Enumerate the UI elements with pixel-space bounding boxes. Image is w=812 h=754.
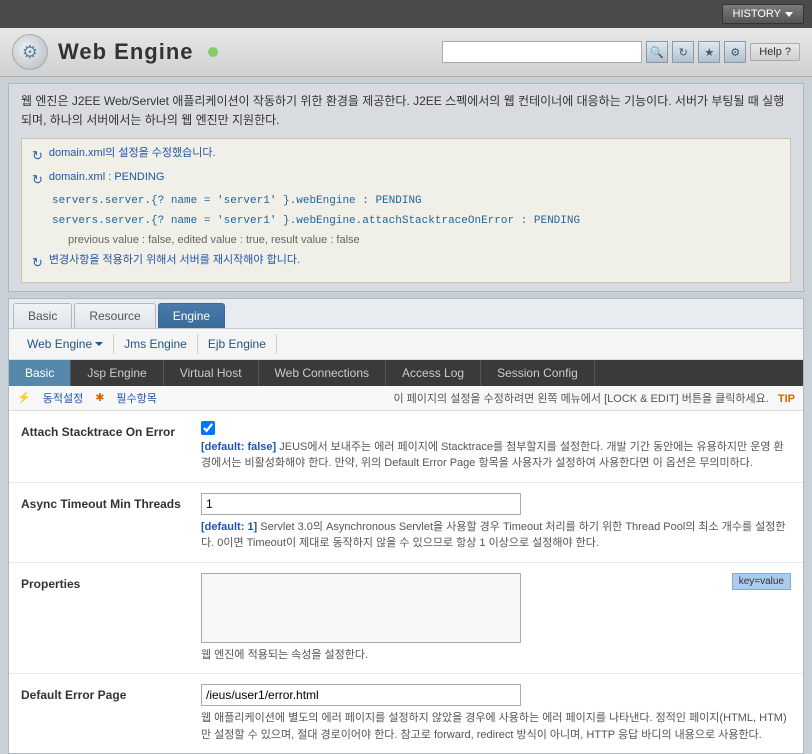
tab-resource[interactable]: Resource — [74, 303, 155, 328]
pending-path-1: servers.server.{? name = 'server1' }.web… — [52, 193, 422, 211]
web-engine-arrow-icon — [95, 342, 103, 346]
page-title: Web Engine — [58, 39, 194, 65]
desc-default-error-page: 웹 애플리케이션에 별도의 에러 페이지를 설정하지 않았을 경우에 사용하는 … — [201, 710, 791, 743]
content-tabs: Basic Jsp Engine Virtual Host Web Connec… — [9, 360, 803, 386]
form-row-properties: Properties key=value 웹 엔진에 적용되는 속성을 설정한다… — [9, 563, 803, 675]
header-right-controls: 🔍 ↻ ★ ⚙ Help ? — [442, 41, 800, 63]
web-engine-label: Web Engine — [27, 337, 92, 351]
status-left: ⚡ 동적설정 ✱ 필수항목 — [17, 390, 157, 406]
pending-line-5: previous value : false, edited value : t… — [32, 232, 780, 250]
sub-tab-ejb-engine[interactable]: Ejb Engine — [198, 334, 277, 354]
tabs-container: Basic Resource Engine Web Engine Jms Eng… — [8, 298, 804, 754]
pending-line-3: servers.server.{? name = 'server1' }.web… — [32, 193, 780, 211]
refresh-icon[interactable]: ↻ — [672, 41, 694, 63]
form-row-default-error-page: Default Error Page 웹 애플리케이션에 별도의 에러 페이지를… — [9, 674, 803, 753]
pending-prev-value: previous value : false, edited value : t… — [68, 232, 360, 250]
search-input[interactable] — [442, 41, 642, 63]
value-properties: key=value 웹 엔진에 적용되는 속성을 설정한다. — [201, 573, 791, 664]
label-async-timeout: Async Timeout Min Threads — [21, 493, 201, 511]
attach-stacktrace-checkbox[interactable] — [201, 421, 215, 435]
desc-async-timeout-text: Servlet 3.0의 Asynchronous Servlet을 사용할 경… — [201, 521, 786, 550]
search-icon[interactable]: 🔍 — [646, 41, 668, 63]
label-default-error-page: Default Error Page — [21, 684, 201, 702]
checkbox-wrapper — [201, 421, 791, 435]
content-tab-jsp-engine[interactable]: Jsp Engine — [71, 360, 163, 386]
page-header: ⚙ Web Engine 🔍 ↻ ★ ⚙ Help ? — [0, 28, 812, 77]
content-tab-basic[interactable]: Basic — [9, 360, 71, 386]
desc-attach-stacktrace: [default: false] JEUS에서 보내주는 에러 페이지에 Sta… — [201, 439, 791, 472]
async-timeout-input[interactable] — [201, 493, 521, 515]
tip-label: TIP — [778, 393, 795, 405]
status-icon-dynamic: ⚡ — [17, 391, 31, 404]
value-attach-stacktrace: [default: false] JEUS에서 보내주는 에러 페이지에 Sta… — [201, 421, 791, 472]
sub-tabs: Web Engine Jms Engine Ejb Engine — [9, 329, 803, 360]
content-tab-virtual-host[interactable]: Virtual Host — [164, 360, 259, 386]
refresh-small-icon-3: ↻ — [32, 253, 43, 274]
content-tab-access-log[interactable]: Access Log — [386, 360, 481, 386]
sub-tab-web-engine[interactable]: Web Engine — [17, 334, 114, 354]
help-button[interactable]: Help ? — [750, 43, 800, 61]
pending-section: ↻ domain.xml의 설정을 수정했습니다. ↻ domain.xml :… — [21, 138, 791, 282]
content-tab-session-config[interactable]: Session Config — [481, 360, 595, 386]
top-bar: HISTORY — [0, 0, 812, 28]
history-arrow-icon — [785, 12, 793, 17]
pending-line-2: ↻ domain.xml : PENDING — [32, 169, 780, 191]
content-tab-web-connections[interactable]: Web Connections — [259, 360, 387, 386]
form-content: Attach Stacktrace On Error [default: fal… — [9, 411, 803, 754]
history-button[interactable]: HISTORY — [722, 4, 805, 24]
info-main-text: 웹 엔진은 J2EE Web/Servlet 애플리케이션이 작동하기 위한 환… — [21, 92, 791, 130]
help-label: Help — [759, 46, 782, 58]
status-dot — [208, 47, 218, 57]
status-bar: ⚡ 동적설정 ✱ 필수항목 이 페이지의 설정을 수정하려면 왼쪽 메뉴에서 [… — [9, 386, 803, 411]
history-label: HISTORY — [733, 8, 782, 20]
default-async-timeout: [default: 1] — [201, 521, 257, 533]
desc-properties: 웹 엔진에 적용되는 속성을 설정한다. — [201, 647, 791, 664]
properties-textarea[interactable] — [201, 573, 521, 643]
pending-line-6: ↻ 변경사항을 적용하기 위해서 서버를 재시작해야 합니다. — [32, 252, 780, 274]
refresh-small-icon: ↻ — [32, 146, 43, 167]
pending-text-1: domain.xml의 설정을 수정했습니다. — [49, 145, 216, 163]
refresh-small-icon-2: ↻ — [32, 170, 43, 191]
sub-tab-jms-engine[interactable]: Jms Engine — [114, 334, 198, 354]
required-items-label: 필수항목 — [116, 390, 156, 406]
info-box: 웹 엔진은 J2EE Web/Servlet 애플리케이션이 작동하기 위한 환… — [8, 83, 804, 292]
settings-icon[interactable]: ⚙ — [724, 41, 746, 63]
key-value-label: key=value — [732, 573, 791, 590]
dynamic-setting-label: 동적설정 — [43, 390, 83, 406]
main-tabs: Basic Resource Engine — [9, 299, 803, 329]
label-attach-stacktrace: Attach Stacktrace On Error — [21, 421, 201, 439]
form-row-async-timeout: Async Timeout Min Threads [default: 1] S… — [9, 483, 803, 563]
desc-async-timeout: [default: 1] Servlet 3.0의 Asynchronous S… — [201, 519, 791, 552]
value-async-timeout: [default: 1] Servlet 3.0의 Asynchronous S… — [201, 493, 791, 552]
status-right: 이 페이지의 설정을 수정하려면 왼쪽 메뉴에서 [LOCK & EDIT] 버… — [393, 390, 795, 406]
pending-text-6: 변경사항을 적용하기 위해서 서버를 재시작해야 합니다. — [49, 252, 300, 270]
pending-line-4: servers.server.{? name = 'server1' }.web… — [32, 213, 780, 231]
label-properties: Properties — [21, 573, 201, 591]
form-row-attach-stacktrace: Attach Stacktrace On Error [default: fal… — [9, 411, 803, 483]
tab-engine[interactable]: Engine — [158, 303, 225, 328]
pending-text-2: domain.xml : PENDING — [49, 169, 165, 187]
instruction-text: 이 페이지의 설정을 수정하려면 왼쪽 메뉴에서 [LOCK & EDIT] 버… — [393, 393, 768, 405]
pending-path-2: servers.server.{? name = 'server1' }.web… — [52, 213, 580, 231]
pending-line-1: ↻ domain.xml의 설정을 수정했습니다. — [32, 145, 780, 167]
value-default-error-page: 웹 애플리케이션에 별도의 에러 페이지를 설정하지 않았을 경우에 사용하는 … — [201, 684, 791, 743]
bookmark-icon[interactable]: ★ — [698, 41, 720, 63]
tab-basic[interactable]: Basic — [13, 303, 72, 328]
help-icon: ? — [785, 46, 791, 58]
status-icon-required: ✱ — [95, 391, 104, 404]
default-attach-stacktrace: [default: false] — [201, 441, 276, 453]
desc-attach-stacktrace-text: JEUS에서 보내주는 에러 페이지에 Stacktrace를 첨부할지를 설정… — [201, 441, 784, 470]
web-engine-icon: ⚙ — [12, 34, 48, 70]
default-error-page-input[interactable] — [201, 684, 521, 706]
